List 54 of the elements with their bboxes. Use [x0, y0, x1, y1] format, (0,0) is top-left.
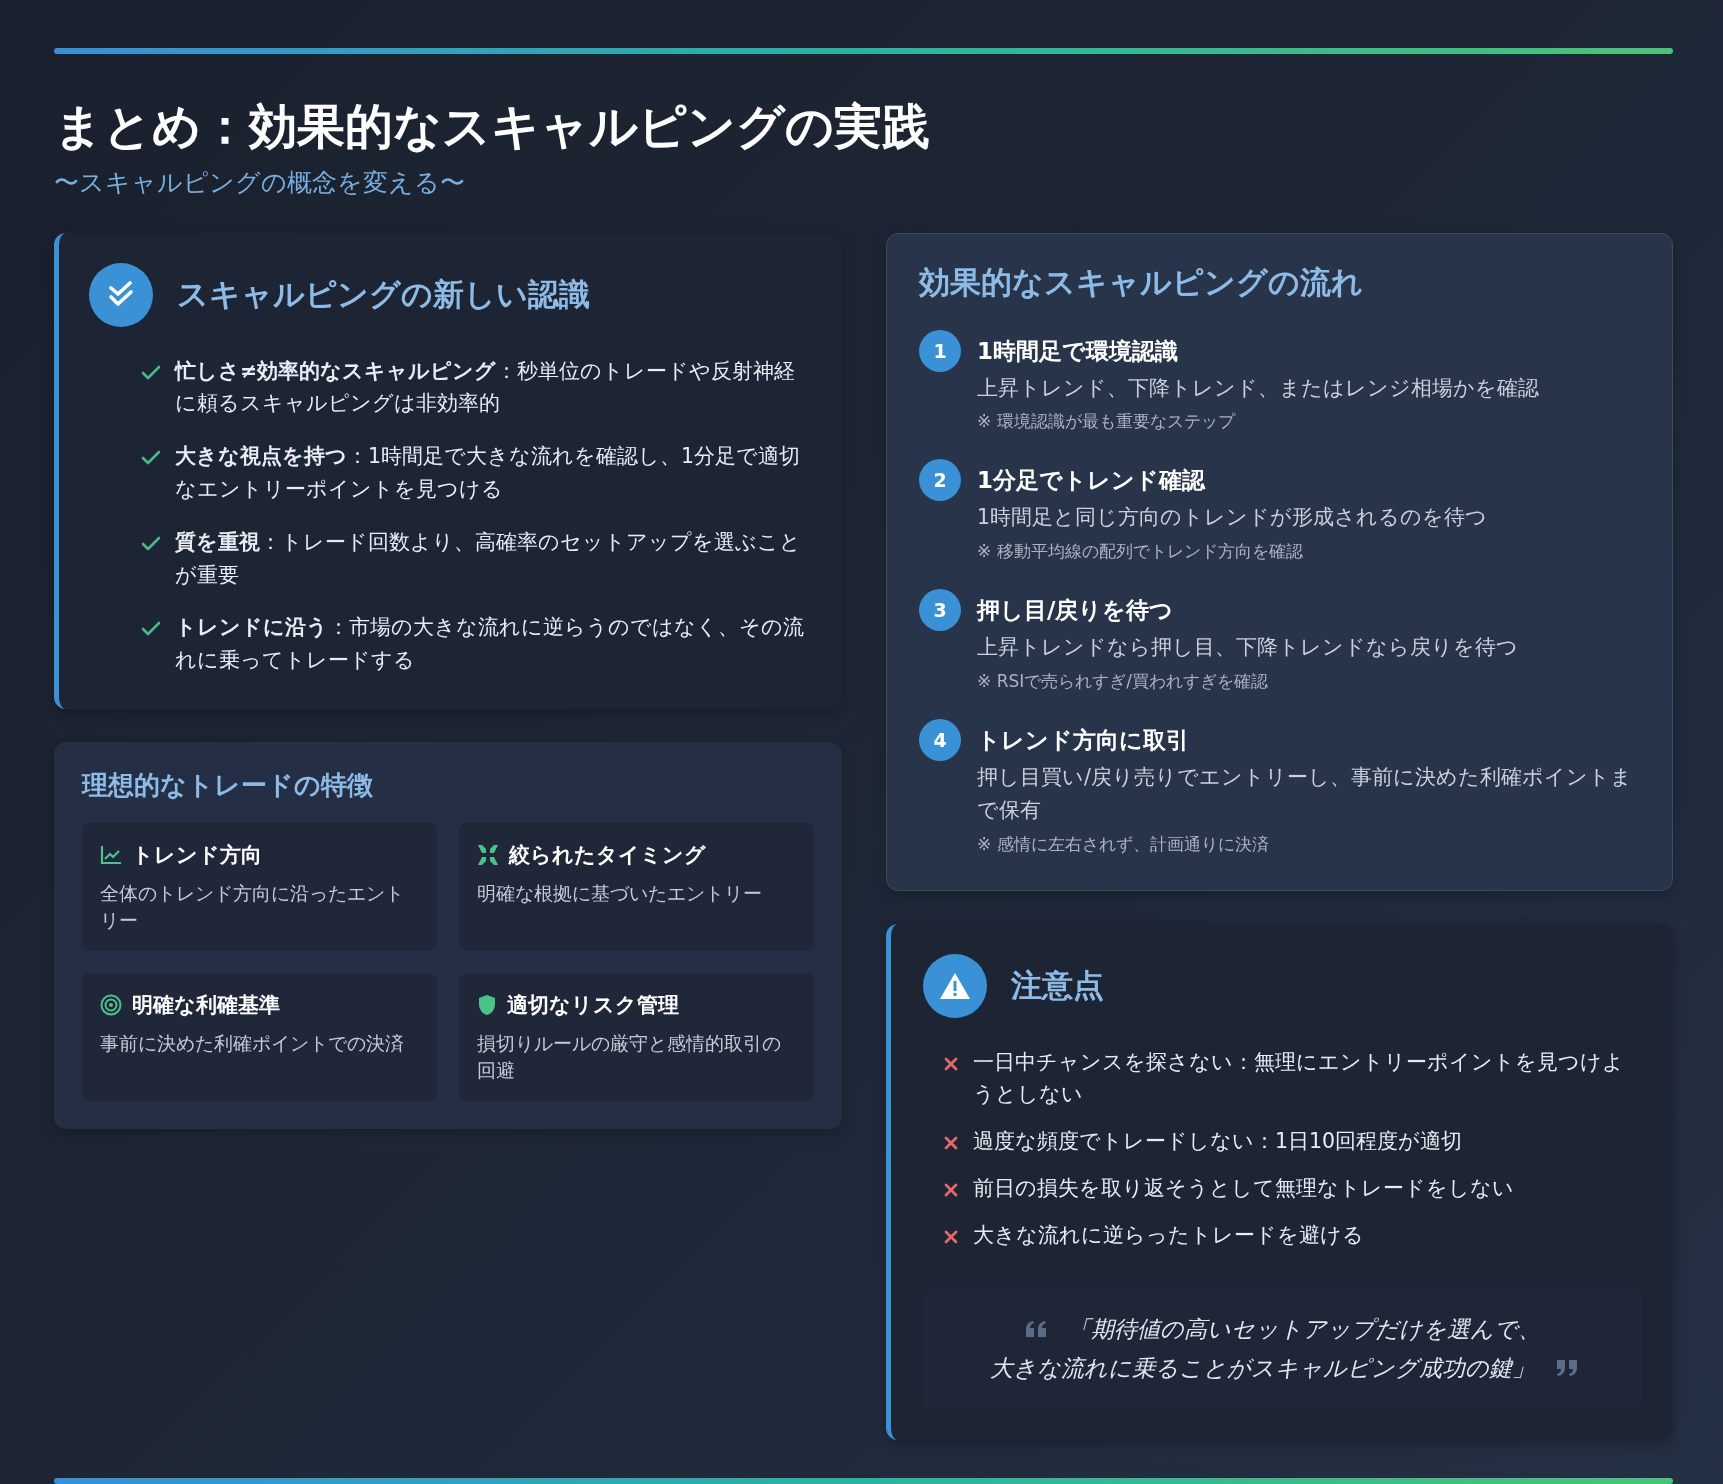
step-note: ※ 移動平均線の配列でトレンド方向を確認 — [977, 540, 1303, 564]
cross-icon — [943, 1135, 959, 1152]
check-icon — [141, 450, 161, 467]
target-icon — [100, 993, 122, 1016]
recognition-text: 忙しさ≠効率的なスキャルピング：秒単位のトレードや反射神経に頼るスキャルピングは非効率的 — [175, 357, 797, 418]
step-description: 1時間足と同じ方向のトレンドが形成されるのを待つ — [977, 504, 1488, 532]
caution-text: 一日中チャンスを探さない：無理にエントリーポイントを見つけようとしない — [973, 1048, 1625, 1109]
step-note: ※ 感情に左右されず、計画通りに決済 — [977, 832, 1269, 856]
step-description: 上昇トレンドなら押し目、下降トレンドなら戻りを待つ — [977, 634, 1518, 662]
page-subtitle: 〜スキャルピングの概念を変える〜 — [54, 166, 466, 199]
step-note: ※ RSIで売られすぎ/買われすぎを確認 — [977, 670, 1268, 693]
caution-text: 過度な頻度でトレードしない：1日10回程度が適切 — [973, 1128, 1463, 1156]
recognition-text: 質を重視：トレード回数より、高確率のセットアップを選ぶことが重要 — [175, 528, 802, 589]
feature-description: 明確な根拠に基づいたエントリー — [477, 881, 763, 906]
step-title: 1時間足で環境認識 — [977, 336, 1178, 366]
step-number: 3 — [919, 589, 961, 632]
cross-icon — [943, 1228, 959, 1245]
panel-title: 理想的なトレードの特徴 — [82, 768, 374, 802]
check-icon — [141, 535, 161, 552]
cross-icon — [943, 1055, 959, 1072]
quote-text: 「期待値の高いセットアップだけを選んで、 — [1067, 1314, 1541, 1344]
feature-description: 全体のトレンド方向に沿ったエントリー — [100, 881, 405, 933]
feature-description: 事前に決めた利確ポイントでの決済 — [100, 1031, 405, 1056]
check-icon — [141, 364, 161, 381]
step-number: 4 — [919, 719, 961, 761]
step-note: ※ 環境認識が最も重要なステップ — [977, 410, 1235, 434]
shield-icon — [477, 993, 497, 1016]
feature-description: 損切りルールの厳守と感情的取引の回避 — [477, 1031, 782, 1083]
recognition-text: 大きな視点を持つ：1時間足で大きな流れを確認し、1分足で適切なエントリーポイントを見つける — [175, 443, 802, 503]
close-quote-icon — [1554, 1360, 1577, 1377]
step-description: 上昇トレンド、下降トレンド、またはレンジ相場かを確認 — [977, 374, 1539, 402]
feature-title: トレンド方向 — [132, 841, 262, 869]
card-title: 注意点 — [1011, 965, 1104, 1005]
step-title: 押し目/戻りを待つ — [977, 596, 1174, 626]
check-icon — [141, 621, 161, 638]
open-quote-icon — [1025, 1321, 1048, 1338]
page-title: まとめ：効果的なスキャルピングの実践 — [54, 98, 931, 156]
step-number: 2 — [919, 459, 961, 502]
step-description: 押し目買い/戻り売りでエントリーし、事前に決めた利確ポイントまで保有 — [977, 764, 1633, 824]
caution-text: 大きな流れに逆らったトレードを避ける — [973, 1221, 1364, 1249]
card-title: 効果的なスキャルピングの流れ — [919, 262, 1364, 302]
compress-arrows-icon — [477, 843, 499, 866]
step-number: 1 — [919, 329, 961, 372]
step-title: 1分足でトレンド確認 — [977, 466, 1205, 496]
feature-title: 明確な利確基準 — [132, 991, 280, 1019]
card-title: スキャルピングの新しい認識 — [177, 274, 590, 314]
step-title: トレンド方向に取引 — [977, 726, 1189, 755]
recognition-text: トレンドに沿う：市場の大きな流れに逆らうのではなく、その流れに乗ってトレードする — [175, 614, 805, 675]
caution-text: 前日の損失を取り返そうとして無理なトレードをしない — [973, 1174, 1514, 1202]
feature-title: 適切なリスク管理 — [507, 991, 679, 1019]
quote-text: 大きな流れに乗ることがスキャルピング成功の鍵」 — [989, 1353, 1535, 1383]
feature-title: 絞られたタイミング — [509, 841, 706, 869]
cross-icon — [943, 1181, 959, 1198]
line-chart-icon — [100, 844, 122, 865]
